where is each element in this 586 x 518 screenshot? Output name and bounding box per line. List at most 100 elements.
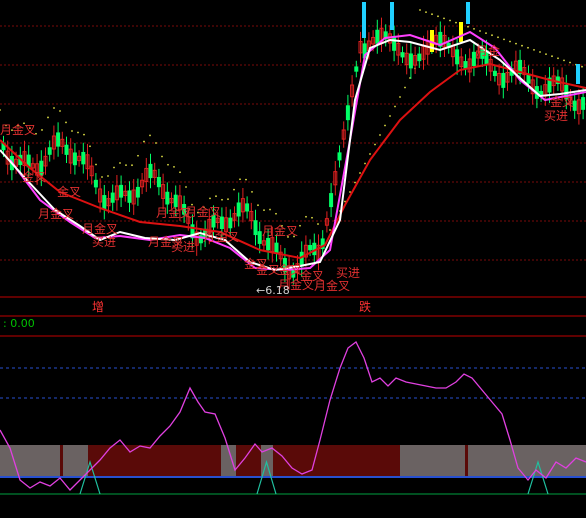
candle-body <box>581 97 586 110</box>
sar-dot <box>143 140 145 143</box>
sar-dot <box>545 53 547 55</box>
candle-body <box>56 132 61 147</box>
candle-body <box>392 35 397 51</box>
sar-dot <box>209 197 211 200</box>
candle-body <box>408 53 413 69</box>
sar-dot <box>251 190 253 193</box>
sar-dot <box>563 59 565 62</box>
indicator-readout: : 0.00 <box>3 317 35 330</box>
sar-dot <box>404 86 406 89</box>
sar-dot <box>557 57 559 60</box>
sar-dot <box>167 163 169 166</box>
sar-dot <box>245 178 247 181</box>
candle-body <box>463 61 468 69</box>
candle-body <box>253 220 258 236</box>
sar-dot <box>359 172 361 174</box>
sar-dot <box>379 134 381 136</box>
signal-label: 买进 <box>544 109 569 123</box>
signal-label: 月金叉 <box>203 230 240 244</box>
candle-body <box>354 66 359 72</box>
sar-dot <box>0 109 1 111</box>
candle-body <box>127 190 132 203</box>
sar-dot <box>263 209 265 212</box>
sar-dot <box>77 131 79 134</box>
sar-dot <box>239 178 241 181</box>
signal-label: 金叉 <box>57 185 82 199</box>
sar-dot <box>551 55 553 58</box>
signal-label: 金叉 <box>278 263 303 277</box>
sar-dot <box>47 116 49 119</box>
sar-dot <box>503 38 505 41</box>
candle-body <box>165 191 170 205</box>
candle-highlight <box>466 2 470 24</box>
die-marker: 跌 <box>359 300 372 314</box>
candle-body <box>337 152 342 161</box>
zeng-marker: 增 <box>92 300 105 314</box>
sar-dot <box>215 195 217 198</box>
stock-chart[interactable] <box>0 0 586 518</box>
sar-dot <box>527 46 529 49</box>
sar-dot <box>137 154 139 157</box>
indicator-band <box>236 445 261 477</box>
sar-dot <box>354 181 356 184</box>
sar-dot <box>479 30 481 32</box>
indicator-band <box>273 445 400 477</box>
sar-dot <box>449 19 451 22</box>
signal-label: 月金叉 <box>38 207 75 221</box>
candle-body <box>228 217 233 229</box>
candle-body <box>345 105 350 121</box>
sar-dot <box>369 153 371 155</box>
candle-body <box>245 203 250 212</box>
sar-dot <box>83 133 85 136</box>
sar-dot <box>233 188 235 191</box>
candle-body <box>308 244 313 251</box>
sar-dot <box>257 204 259 207</box>
sar-dot <box>394 105 396 108</box>
sar-dot <box>521 44 523 47</box>
sar-dot <box>269 208 271 211</box>
candle-body <box>375 29 380 44</box>
sar-dot <box>317 223 319 225</box>
sar-dot <box>275 212 277 215</box>
indicator-band <box>60 445 63 477</box>
sar-dot <box>299 224 301 227</box>
sar-dot <box>155 142 157 144</box>
indicator-panel <box>0 341 586 495</box>
indicator-band <box>400 445 465 477</box>
sar-dot <box>131 164 133 167</box>
candle-body <box>266 237 271 251</box>
sar-dot <box>53 107 55 109</box>
candle-highlight <box>459 22 463 42</box>
indicator-band <box>0 445 60 477</box>
candle-body <box>64 144 69 155</box>
sar-dot <box>101 176 103 178</box>
candle-body <box>72 152 77 166</box>
candle-body <box>102 195 107 210</box>
sar-dot <box>374 143 376 146</box>
candle-body <box>236 202 241 217</box>
sar-dot <box>455 21 457 24</box>
sar-dot <box>125 164 127 167</box>
sar-dot <box>384 124 386 127</box>
signal-label: 月金叉 <box>262 224 299 238</box>
candle-body <box>471 51 476 67</box>
sar-dot <box>467 25 469 28</box>
candle-body <box>93 179 98 188</box>
sar-dot <box>185 186 187 188</box>
candle-highlight <box>362 2 366 38</box>
sar-dot <box>497 36 499 39</box>
candle-body <box>400 52 405 58</box>
signal-label: 月金叉 <box>314 279 351 293</box>
signal-label: 月金 <box>476 44 501 58</box>
sar-dot <box>349 191 351 193</box>
signal-label: 金叉 <box>22 170 47 184</box>
sar-dot <box>89 145 91 148</box>
candle-body <box>455 49 460 65</box>
sar-dot <box>364 162 366 165</box>
sar-dot <box>59 110 61 112</box>
signal-label: 买进 <box>336 266 361 280</box>
sar-dot <box>311 216 313 219</box>
sar-dot <box>119 162 121 164</box>
candle-body <box>417 53 422 62</box>
candle-highlight <box>390 2 394 30</box>
